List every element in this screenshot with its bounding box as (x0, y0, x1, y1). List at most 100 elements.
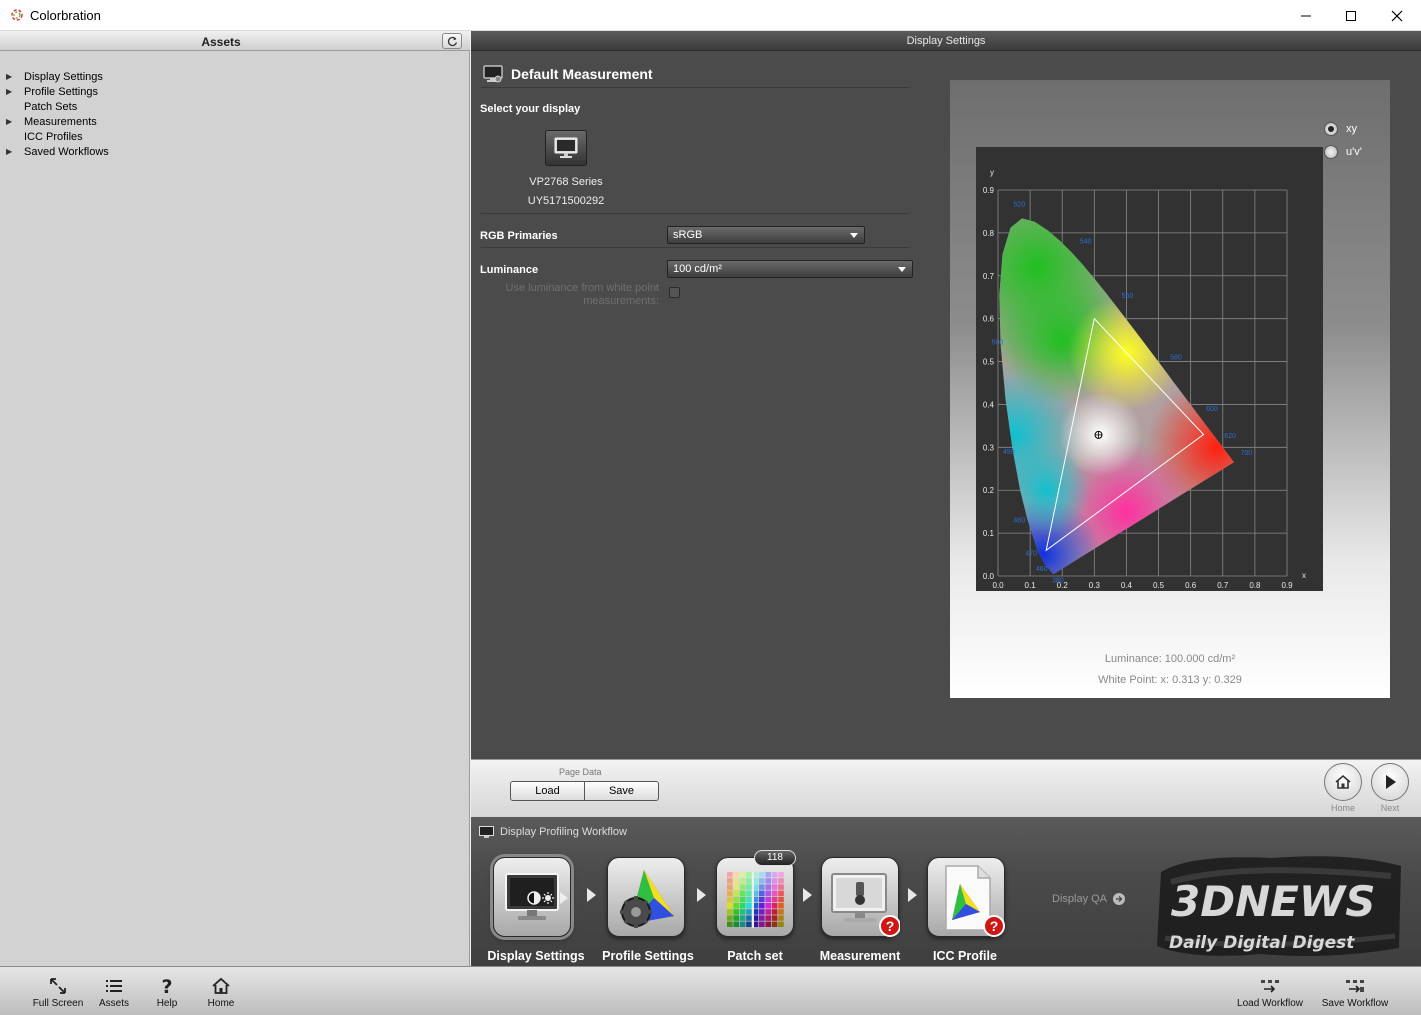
chart-luminance-readout: Luminance: 100.000 cd/m² (1104, 653, 1236, 665)
close-button[interactable] (1374, 0, 1420, 31)
uv-option[interactable]: u'v' (1324, 145, 1362, 159)
display-qa-label: Display QA (1052, 893, 1108, 905)
patch-swatch (759, 890, 765, 896)
refresh-button[interactable] (442, 33, 462, 49)
home-toolbar-button[interactable]: Home (189, 977, 253, 1011)
home-icon (212, 977, 230, 994)
arrow-right-icon (697, 888, 706, 902)
workflow-step-display-settings[interactable] (493, 857, 571, 937)
patch-swatch (746, 884, 752, 890)
display-qa-link[interactable]: Display QA (1052, 893, 1126, 905)
tree-item-measurements[interactable]: ▶ Measurements (6, 114, 109, 129)
patch-swatch (778, 878, 784, 884)
workflow-step-measurement[interactable]: ? (821, 857, 901, 937)
x-tick-label: 0.5 (1153, 581, 1165, 590)
xy-radio[interactable] (1324, 122, 1338, 136)
workflow-step-label: Patch set (727, 949, 783, 963)
patch-swatch (778, 890, 784, 896)
patch-swatch (733, 878, 739, 884)
close-icon (1391, 10, 1403, 21)
patch-swatch (765, 872, 771, 878)
workflow-step-icc-profile[interactable]: ? (927, 857, 1005, 937)
rgb-primaries-value: sRGB (673, 229, 703, 241)
assets-tree: ▶ Display Settings ▶ Profile Settings Pa… (6, 69, 109, 159)
chevron-down-icon (850, 233, 858, 238)
wavelength-label: 460 (1036, 566, 1048, 573)
full-screen-button[interactable]: Full Screen (26, 977, 90, 1011)
y-axis-label: y (990, 168, 994, 177)
patch-swatch (759, 915, 765, 921)
load-workflow-button[interactable]: Load Workflow (1230, 977, 1310, 1011)
patch-swatch (733, 872, 739, 878)
tree-item-saved-workflows[interactable]: ▶ Saved Workflows (6, 144, 109, 159)
tree-item-label: Patch Sets (24, 100, 78, 113)
patch-swatch (771, 878, 778, 884)
x-tick-label: 0.9 (1281, 581, 1293, 590)
minimize-button[interactable] (1283, 0, 1329, 31)
divider (481, 247, 909, 248)
patch-swatch (727, 903, 733, 909)
window-title: Colorbration (30, 8, 101, 23)
display-model: VP2768 Series (529, 176, 603, 188)
monitor-icon (554, 137, 578, 158)
xy-option[interactable]: xy (1324, 122, 1357, 136)
patch-swatch (746, 915, 752, 921)
rgb-primaries-dropdown[interactable]: sRGB (667, 226, 865, 244)
patch-swatch (765, 903, 771, 909)
display-select-button[interactable] (545, 130, 587, 166)
tree-item-patch-sets[interactable]: Patch Sets (6, 99, 109, 114)
cie-chart-svg: 0.00.00.10.10.20.20.30.30.40.40.50.50.60… (983, 168, 1306, 590)
assets-header: Assets (0, 31, 470, 51)
workflow-step-profile-settings[interactable] (607, 857, 685, 937)
patch-swatch (727, 878, 733, 884)
patch-swatch (746, 890, 752, 896)
patch-swatch (739, 884, 746, 890)
save-workflow-button[interactable]: Save Workflow (1315, 977, 1395, 1011)
luminance-dropdown[interactable]: 100 cd/m² (667, 260, 913, 278)
patch-swatch (771, 884, 778, 890)
x-tick-label: 0.6 (1185, 581, 1197, 590)
expand-arrow-icon[interactable]: ▶ (6, 87, 24, 96)
patch-count-badge: 118 (754, 850, 796, 866)
expand-arrow-icon[interactable]: ▶ (6, 72, 24, 81)
patch-swatch (765, 921, 771, 927)
use-luminance-label: Use luminance from white point measureme… (491, 282, 659, 308)
expand-arrow-icon[interactable]: ▶ (6, 117, 24, 126)
wavelength-label: 380 (1052, 577, 1064, 584)
wavelength-label: 490 (1003, 449, 1015, 456)
minimize-icon (1301, 15, 1311, 16)
patch-swatch (759, 896, 765, 903)
tree-item-icc-profiles[interactable]: ICC Profiles (6, 129, 109, 144)
workflow-step-patch-set[interactable]: 118 (716, 850, 796, 937)
patch-swatch (778, 921, 784, 927)
patch-swatch (739, 878, 746, 884)
patch-swatch (765, 884, 771, 890)
arrow-right-icon (803, 888, 812, 902)
wavelength-label: 600 (1206, 406, 1218, 413)
next-button[interactable] (1371, 763, 1409, 801)
workflow-step-label: ICC Profile (933, 949, 997, 963)
x-tick-label: 0.1 (1025, 581, 1037, 590)
patch-swatch (765, 896, 771, 903)
use-luminance-checkbox[interactable] (669, 287, 680, 298)
tree-item-profile-settings[interactable]: ▶ Profile Settings (6, 84, 109, 99)
patch-swatch (739, 903, 746, 909)
load-button[interactable]: Load (510, 781, 585, 801)
expand-arrow-icon[interactable]: ▶ (6, 147, 24, 156)
uv-radio[interactable] (1324, 145, 1338, 159)
patch-swatch (759, 903, 765, 909)
select-display-label: Select your display (480, 103, 581, 115)
save-button[interactable]: Save (584, 781, 659, 801)
wavelength-label: 620 (1224, 433, 1236, 440)
profile-settings-icon (620, 870, 674, 928)
y-tick-label: 0.3 (983, 443, 995, 452)
assets-title: Assets (201, 35, 241, 49)
y-tick-label: 0.6 (983, 315, 995, 324)
patch-swatch (727, 909, 733, 915)
home-button[interactable] (1324, 763, 1362, 801)
cie-chart: 0.0 0.0 0.1 0.1 0.2 0.2 0.3 0.3 0.4 0.4 0.5 0.5 0.6 0… (976, 147, 1323, 591)
maximize-button[interactable] (1328, 0, 1374, 31)
wavelength-label: 540 (1080, 239, 1092, 246)
tree-item-display-settings[interactable]: ▶ Display Settings (6, 69, 109, 84)
y-tick-label: 0.1 (983, 529, 995, 538)
